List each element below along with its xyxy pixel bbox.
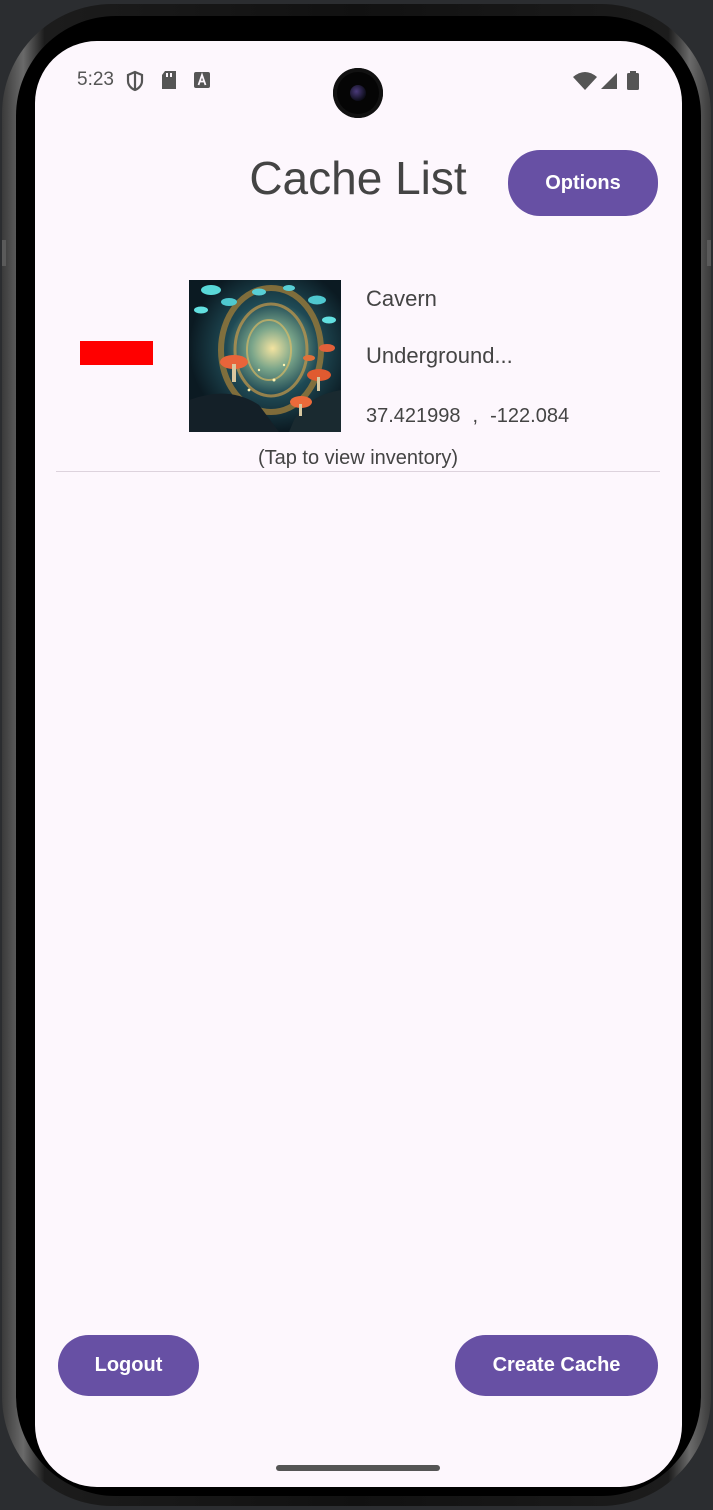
status-time: 5:23 — [77, 69, 114, 90]
latitude: 37.421998 — [366, 405, 461, 427]
cache-coordinates: 37.421998, -122.084 — [366, 405, 569, 428]
cache-name: Cavern — [366, 286, 437, 311]
sd-card-icon — [162, 71, 176, 89]
cache-list-item[interactable]: Cavern Underground... 37.421998, -122.084… — [55, 271, 661, 471]
cache-image — [189, 280, 341, 432]
list-divider — [56, 471, 660, 472]
cache-description: Underground... — [366, 343, 513, 368]
longitude: -122.084 — [490, 405, 570, 427]
logout-button[interactable]: Logout — [58, 1335, 199, 1396]
tap-hint: (Tap to view inventory) — [257, 447, 459, 469]
front-camera — [333, 68, 383, 118]
home-indicator[interactable] — [276, 1465, 440, 1471]
page-title: Cache List — [249, 152, 467, 204]
coordinate-separator: , — [472, 405, 479, 427]
options-button[interactable]: Options — [508, 150, 658, 216]
device-frame: 5:23 Cache List Options Cavern Undergrou… — [2, 4, 711, 1506]
status-marker — [80, 341, 153, 365]
cell-signal-icon — [601, 73, 617, 89]
wifi-icon — [573, 72, 597, 90]
create-cache-button[interactable]: Create Cache — [455, 1335, 658, 1396]
text-a-icon — [194, 72, 210, 88]
side-button — [2, 240, 6, 266]
app-screen: 5:23 Cache List Options Cavern Undergrou… — [35, 41, 682, 1487]
side-button — [707, 240, 711, 266]
shield-icon — [126, 70, 144, 92]
battery-icon — [627, 71, 639, 90]
mushroom-cave-image — [189, 280, 341, 432]
